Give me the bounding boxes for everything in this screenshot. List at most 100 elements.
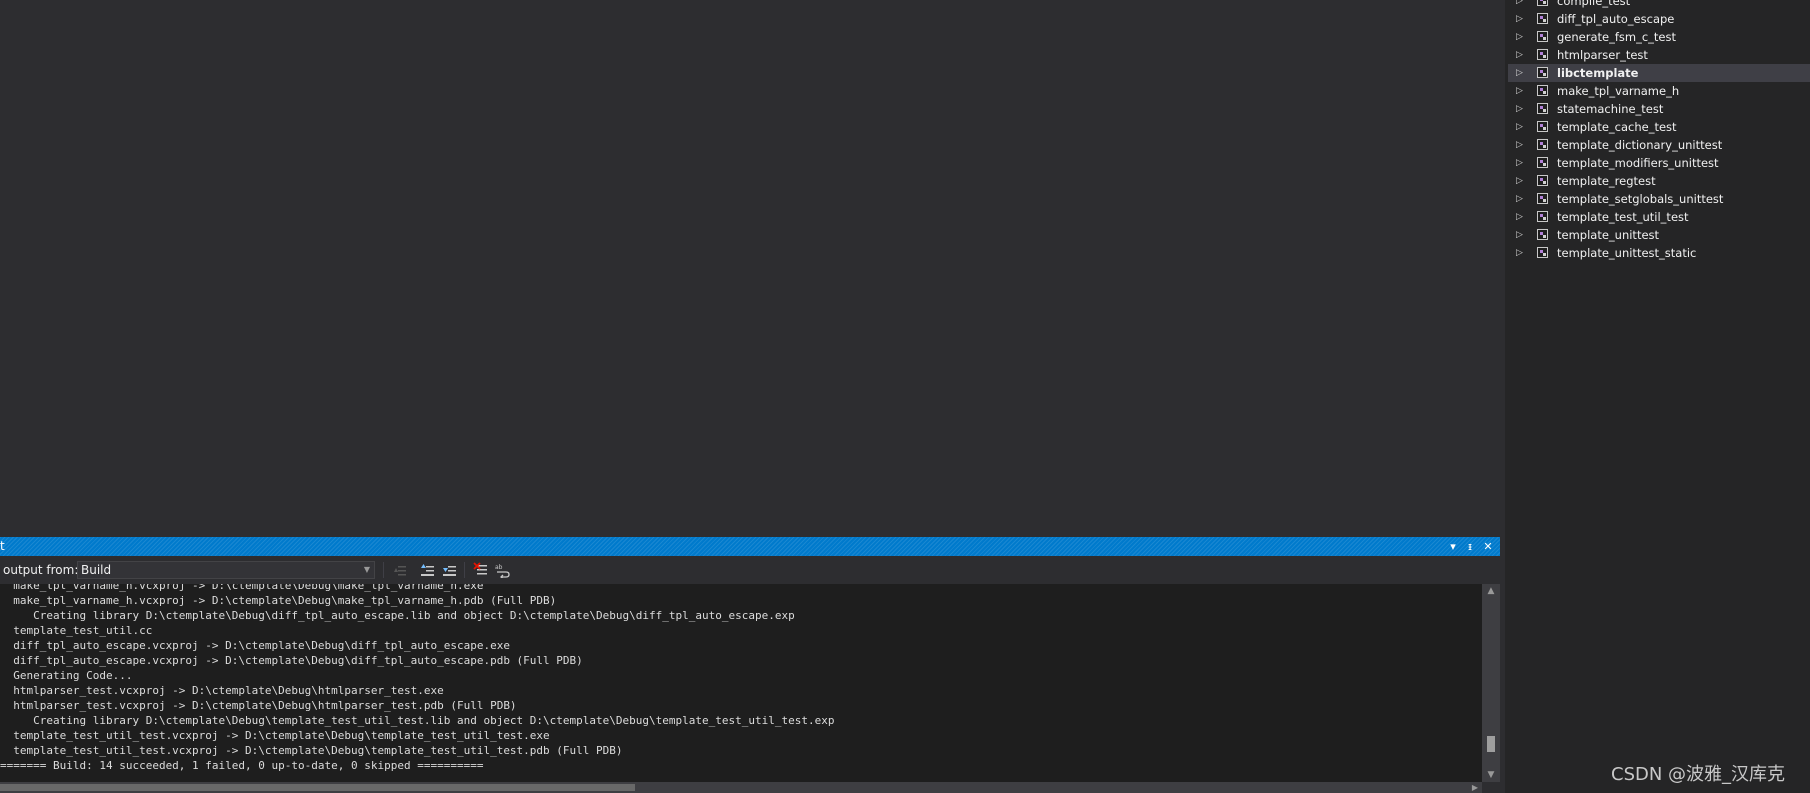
project-label: make_tpl_varname_h <box>1557 84 1680 98</box>
toolbar-separator <box>383 562 384 578</box>
expand-arrow-icon[interactable]: ▷ <box>1516 208 1526 226</box>
output-toolbar: output from: Build ▼ ab <box>0 556 1500 584</box>
solution-project-item[interactable]: ▷ template_dictionary_unittest <box>1508 136 1810 154</box>
cpp-project-icon <box>1537 85 1548 96</box>
project-label: diff_tpl_auto_escape <box>1557 12 1675 26</box>
output-line: template_test_util_test.vcxproj -> D:\ct… <box>0 744 623 757</box>
project-label: template_regtest <box>1557 174 1656 188</box>
solution-project-item[interactable]: ▷ template_regtest <box>1508 172 1810 190</box>
toolbar-separator <box>464 562 465 578</box>
toggle-word-wrap-icon[interactable]: ab <box>495 562 511 578</box>
output-line: ======= Build: 14 succeeded, 1 failed, 0… <box>0 759 484 772</box>
output-line: make_tpl_varname_h.vcxproj -> D:\ctempla… <box>0 594 557 607</box>
solution-project-item[interactable]: ▷ template_setglobals_unittest <box>1508 190 1810 208</box>
expand-arrow-icon[interactable]: ▷ <box>1516 10 1526 28</box>
output-source-value: Build <box>81 563 112 577</box>
solution-project-item[interactable]: ▷ libctemplate <box>1508 64 1810 82</box>
output-text-area[interactable]: make_tpl_varname_h.vcxproj -> D:\ctempla… <box>0 584 1482 782</box>
goto-prev-message-icon[interactable] <box>392 562 408 578</box>
scroll-right-icon[interactable]: ▶ <box>1472 782 1478 793</box>
solution-project-item[interactable]: ▷ template_test_util_test <box>1508 208 1810 226</box>
output-line: htmlparser_test.vcxproj -> D:\ctemplate\… <box>0 699 517 712</box>
cpp-project-icon <box>1537 13 1548 24</box>
output-line: Creating library D:\ctemplate\Debug\diff… <box>0 609 795 622</box>
expand-arrow-icon[interactable]: ▷ <box>1516 172 1526 190</box>
output-line: template_test_util_test.vcxproj -> D:\ct… <box>0 729 550 742</box>
solution-project-item[interactable]: ▷ make_tpl_varname_h <box>1508 82 1810 100</box>
expand-arrow-icon[interactable]: ▷ <box>1516 100 1526 118</box>
expand-arrow-icon[interactable]: ▷ <box>1516 226 1526 244</box>
project-label: htmlparser_test <box>1557 48 1648 62</box>
cpp-project-icon <box>1537 0 1548 6</box>
solution-project-item[interactable]: ▷ template_unittest <box>1508 226 1810 244</box>
watermark: CSDN @波雅_汉库克 <box>1611 764 1786 785</box>
output-source-select[interactable]: Build ▼ <box>77 561 375 579</box>
cpp-project-icon <box>1537 103 1548 114</box>
expand-arrow-icon[interactable]: ▷ <box>1516 0 1526 10</box>
project-label: template_cache_test <box>1557 120 1677 134</box>
find-message-down-icon[interactable] <box>442 562 458 578</box>
output-line: Generating Code... <box>0 669 133 682</box>
output-title-bar[interactable]: t ▾ ᵻ ✕ <box>0 537 1500 556</box>
solution-project-item[interactable]: ▷ template_unittest_static <box>1508 244 1810 262</box>
editor-area <box>0 0 1505 530</box>
project-label: template_unittest <box>1557 228 1660 242</box>
output-line: template_test_util.cc <box>0 624 153 637</box>
cpp-project-icon <box>1537 247 1548 258</box>
output-horizontal-scrollbar[interactable]: ▶ <box>0 782 1482 793</box>
output-vertical-scrollbar[interactable]: ▲ ▼ <box>1482 584 1500 782</box>
scroll-up-icon[interactable]: ▲ <box>1482 584 1500 598</box>
cpp-project-icon <box>1537 175 1548 186</box>
cpp-project-icon <box>1537 121 1548 132</box>
expand-arrow-icon[interactable]: ▷ <box>1516 82 1526 100</box>
solution-project-item[interactable]: ▷ compile_test <box>1508 0 1810 10</box>
expand-arrow-icon[interactable]: ▷ <box>1516 136 1526 154</box>
cpp-project-icon <box>1537 211 1548 222</box>
expand-arrow-icon[interactable]: ▷ <box>1516 64 1526 82</box>
pin-icon[interactable]: ᵻ <box>1463 537 1477 556</box>
show-output-from-label: output from: <box>3 563 79 577</box>
project-label: template_setglobals_unittest <box>1557 192 1724 206</box>
output-line: htmlparser_test.vcxproj -> D:\ctemplate\… <box>0 684 444 697</box>
output-line: diff_tpl_auto_escape.vcxproj -> D:\ctemp… <box>0 639 510 652</box>
solution-explorer: ▷ compile_test ▷ diff_tpl_auto_escape ▷ gener… <box>1508 0 1810 793</box>
project-label: compile_test <box>1557 0 1631 8</box>
close-icon[interactable]: ✕ <box>1481 537 1495 556</box>
expand-arrow-icon[interactable]: ▷ <box>1516 190 1526 208</box>
solution-project-item[interactable]: ▷ htmlparser_test <box>1508 46 1810 64</box>
cpp-project-icon <box>1537 67 1548 78</box>
solution-project-item[interactable]: ▷ statemachine_test <box>1508 100 1810 118</box>
project-label: template_dictionary_unittest <box>1557 138 1723 152</box>
project-label: generate_fsm_c_test <box>1557 30 1676 44</box>
output-line: make_tpl_varname_h.vcxproj -> D:\ctempla… <box>0 584 484 592</box>
expand-arrow-icon[interactable]: ▷ <box>1516 118 1526 136</box>
solution-project-item[interactable]: ▷ diff_tpl_auto_escape <box>1508 10 1810 28</box>
scroll-down-icon[interactable]: ▼ <box>1482 768 1500 782</box>
project-label: template_modifiers_unittest <box>1557 156 1719 170</box>
cpp-project-icon <box>1537 139 1548 150</box>
expand-arrow-icon[interactable]: ▷ <box>1516 28 1526 46</box>
project-label: statemachine_test <box>1557 102 1664 116</box>
dropdown-icon[interactable]: ▾ <box>1446 537 1460 556</box>
output-title: t <box>0 539 5 553</box>
expand-arrow-icon[interactable]: ▷ <box>1516 244 1526 262</box>
scroll-thumb[interactable] <box>1487 736 1495 752</box>
output-line: Creating library D:\ctemplate\Debug\temp… <box>0 714 835 727</box>
project-label: template_test_util_test <box>1557 210 1689 224</box>
solution-project-item[interactable]: ▷ template_modifiers_unittest <box>1508 154 1810 172</box>
clear-all-icon[interactable] <box>473 562 489 578</box>
output-line: diff_tpl_auto_escape.vcxproj -> D:\ctemp… <box>0 654 583 667</box>
solution-project-item[interactable]: ▷ generate_fsm_c_test <box>1508 28 1810 46</box>
find-message-up-icon[interactable] <box>420 562 436 578</box>
project-label: template_unittest_static <box>1557 246 1697 260</box>
solution-project-item[interactable]: ▷ template_cache_test <box>1508 118 1810 136</box>
scroll-thumb[interactable] <box>0 784 635 791</box>
cpp-project-icon <box>1537 157 1548 168</box>
cpp-project-icon <box>1537 229 1548 240</box>
expand-arrow-icon[interactable]: ▷ <box>1516 46 1526 64</box>
project-label: libctemplate <box>1557 66 1639 80</box>
cpp-project-icon <box>1537 31 1548 42</box>
cpp-project-icon <box>1537 193 1548 204</box>
chevron-down-icon: ▼ <box>363 565 370 574</box>
expand-arrow-icon[interactable]: ▷ <box>1516 154 1526 172</box>
